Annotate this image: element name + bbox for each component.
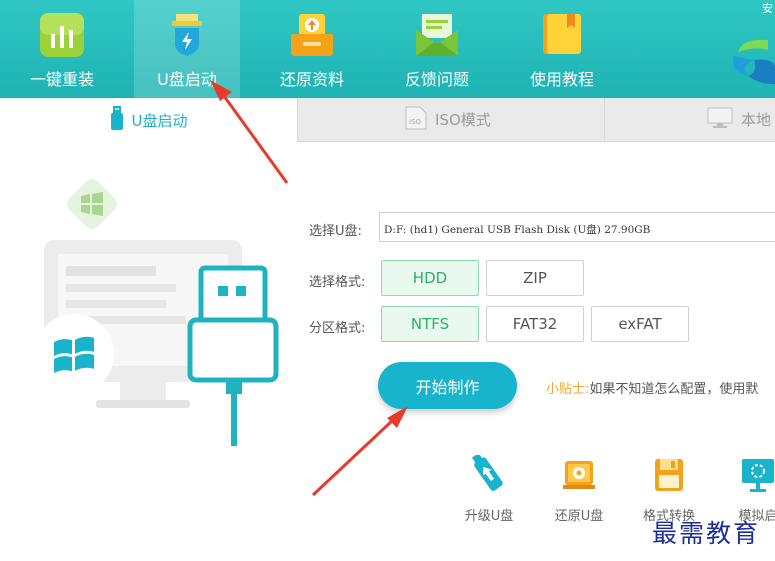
red-arrow-to-start-button [311, 406, 408, 497]
red-arrow-to-usb-boot-tab [210, 80, 289, 184]
watermark: 最需教育 [652, 519, 761, 548]
annotation-arrows [210, 80, 408, 497]
